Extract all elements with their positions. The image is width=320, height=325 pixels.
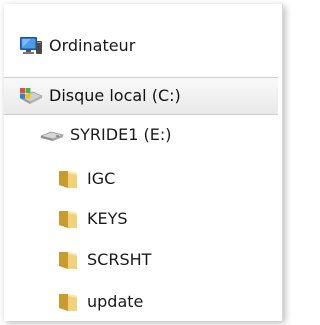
tree-item-folder-igc[interactable]: IGC <box>4 161 282 197</box>
folder-icon <box>59 211 77 228</box>
tree-item-folder-scrsht[interactable]: SCRSHT <box>4 242 282 278</box>
tree-item-local-disk[interactable]: Disque local (C:) <box>4 77 278 115</box>
tree-item-label: KEYS <box>87 209 128 228</box>
folder-icon <box>59 252 77 269</box>
tree-item-folder-keys[interactable]: KEYS <box>4 201 282 237</box>
tree-item-label: Disque local (C:) <box>49 86 181 105</box>
tree-item-label: SYRIDE1 (E:) <box>70 125 172 144</box>
navigation-tree: Ordinateur Disque local (C:) SYRIDE1 (E:… <box>4 4 283 321</box>
computer-icon <box>20 37 42 54</box>
tree-item-removable-drive[interactable]: SYRIDE1 (E:) <box>4 117 282 153</box>
tree-item-label: SCRSHT <box>87 250 152 269</box>
tree-item-label: update <box>87 292 144 311</box>
folder-icon <box>59 294 77 311</box>
removable-drive-icon <box>40 131 64 141</box>
tree-item-label: IGC <box>87 169 116 188</box>
tree-item-label: Ordinateur <box>49 36 136 55</box>
tree-item-computer[interactable]: Ordinateur <box>4 28 282 64</box>
folder-icon <box>59 171 77 188</box>
tree-item-folder-update[interactable]: update <box>4 284 282 320</box>
local-disk-icon <box>20 88 43 104</box>
